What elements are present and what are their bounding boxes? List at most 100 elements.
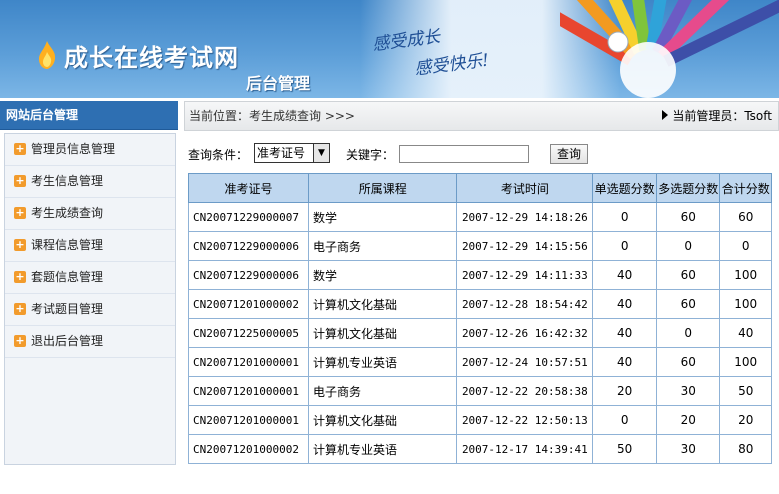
cell-exam-time: 2007-12-29 14:18:26 bbox=[456, 202, 594, 232]
cell-total-score: 40 bbox=[719, 318, 772, 348]
sidebar-item-label: 套题信息管理 bbox=[31, 270, 104, 284]
location-bar: 当前位置：考生成绩查询 >>> 当前管理员：Tsoft bbox=[184, 101, 779, 131]
site-logo: 成长在线考试网 bbox=[36, 38, 256, 72]
condition-select[interactable]: 准考证号 ▼ bbox=[254, 143, 330, 163]
admin-title: 后台管理 bbox=[246, 74, 311, 93]
table-row: CN20071201000002 计算机专业英语 2007-12-17 14:3… bbox=[187, 434, 772, 464]
cell-multi-score: 60 bbox=[655, 202, 721, 232]
plus-icon: + bbox=[14, 270, 26, 283]
cell-multi-score: 30 bbox=[655, 376, 721, 406]
sidebar-item-label: 退出后台管理 bbox=[31, 334, 104, 348]
sidebar-item-label: 考试题目管理 bbox=[31, 302, 104, 316]
cell-exam-id: CN20071229000006 bbox=[187, 260, 310, 290]
condition-select-value: 准考证号 bbox=[257, 146, 306, 160]
table-row: CN20071229000007 数学 2007-12-29 14:18:26 … bbox=[187, 202, 772, 232]
score-table: 准考证号 所属课程 考试时间 单选题分数 多选题分数 合计分数 CN200712… bbox=[187, 173, 772, 464]
cell-single-score: 40 bbox=[592, 289, 657, 319]
cell-multi-score: 0 bbox=[655, 231, 721, 261]
sidebar-nav: + 管理员信息管理 + 考生信息管理 + 考生成绩查询 + 课程信息管理 + 套… bbox=[4, 133, 176, 465]
table-row: CN20071229000006 电子商务 2007-12-29 14:15:5… bbox=[187, 231, 772, 261]
site-header: 成长在线考试网 后台管理 感受成长 感受快乐! bbox=[0, 0, 779, 98]
cell-exam-id: CN20071229000007 bbox=[187, 202, 310, 232]
cell-single-score: 20 bbox=[592, 376, 657, 406]
plus-icon: + bbox=[14, 142, 26, 155]
table-row: CN20071201000001 计算机专业英语 2007-12-24 10:5… bbox=[187, 347, 772, 377]
sidebar-item-student-info[interactable]: + 考生信息管理 bbox=[5, 166, 175, 198]
site-title: 成长在线考试网 bbox=[64, 44, 239, 72]
plus-icon: + bbox=[14, 206, 26, 219]
plus-icon: + bbox=[14, 334, 26, 347]
sidebar-item-exam-questions[interactable]: + 考试题目管理 bbox=[5, 294, 175, 326]
keyword-label: 关键字： bbox=[346, 148, 395, 162]
cell-course: 计算机专业英语 bbox=[308, 347, 458, 377]
keyword-input[interactable] bbox=[399, 145, 529, 163]
cell-single-score: 40 bbox=[592, 318, 657, 348]
cell-exam-time: 2007-12-26 16:42:32 bbox=[456, 318, 594, 348]
column-header: 考试时间 bbox=[456, 173, 594, 203]
breadcrumb: 当前位置：考生成绩查询 >>> bbox=[189, 109, 355, 123]
cell-single-score: 0 bbox=[592, 405, 657, 435]
cell-total-score: 100 bbox=[719, 347, 772, 377]
sidebar-item-course-info[interactable]: + 课程信息管理 bbox=[5, 230, 175, 262]
query-button[interactable]: 查询 bbox=[550, 144, 588, 164]
current-admin: 当前管理员：Tsoft bbox=[662, 102, 772, 130]
cell-exam-time: 2007-12-24 10:57:51 bbox=[456, 347, 594, 377]
cell-exam-id: CN20071201000001 bbox=[187, 376, 310, 406]
cell-single-score: 40 bbox=[592, 347, 657, 377]
cell-total-score: 100 bbox=[719, 260, 772, 290]
sidebar-item-admin-info[interactable]: + 管理员信息管理 bbox=[5, 134, 175, 166]
cell-course: 计算机文化基础 bbox=[308, 405, 458, 435]
pencils-illustration bbox=[560, 0, 779, 98]
column-header: 所属课程 bbox=[308, 173, 458, 203]
cell-multi-score: 30 bbox=[655, 434, 721, 464]
score-table-body: CN20071229000007 数学 2007-12-29 14:18:26 … bbox=[187, 202, 772, 464]
condition-label: 查询条件： bbox=[188, 148, 249, 162]
chevron-down-icon[interactable]: ▼ bbox=[313, 144, 329, 162]
column-header: 准考证号 bbox=[187, 173, 310, 203]
plus-icon: + bbox=[14, 174, 26, 187]
cell-course: 数学 bbox=[308, 202, 458, 232]
cell-course: 电子商务 bbox=[308, 376, 458, 406]
plus-icon: + bbox=[14, 302, 26, 315]
cell-total-score: 100 bbox=[719, 289, 772, 319]
cell-course: 计算机专业英语 bbox=[308, 434, 458, 464]
main-content: 当前位置：考生成绩查询 >>> 当前管理员：Tsoft 查询条件： 准考证号 ▼… bbox=[184, 101, 779, 494]
table-row: CN20071225000005 计算机文化基础 2007-12-26 16:4… bbox=[187, 318, 772, 348]
cell-course: 电子商务 bbox=[308, 231, 458, 261]
cell-single-score: 0 bbox=[592, 231, 657, 261]
cell-exam-id: CN20071229000006 bbox=[187, 231, 310, 261]
cell-single-score: 0 bbox=[592, 202, 657, 232]
table-row: CN20071229000006 数学 2007-12-29 14:11:33 … bbox=[187, 260, 772, 290]
column-header: 单选题分数 bbox=[592, 173, 657, 203]
cell-exam-id: CN20071225000005 bbox=[187, 318, 310, 348]
cell-total-score: 20 bbox=[719, 405, 772, 435]
cell-exam-time: 2007-12-28 18:54:42 bbox=[456, 289, 594, 319]
sidebar-item-score-query[interactable]: + 考生成绩查询 bbox=[5, 198, 175, 230]
cell-total-score: 50 bbox=[719, 376, 772, 406]
plus-icon: + bbox=[14, 238, 26, 251]
column-header: 多选题分数 bbox=[655, 173, 721, 203]
current-admin-label: 当前管理员：Tsoft bbox=[672, 109, 772, 123]
cell-exam-id: CN20071201000001 bbox=[187, 405, 310, 435]
cell-multi-score: 60 bbox=[655, 260, 721, 290]
cell-course: 计算机文化基础 bbox=[308, 289, 458, 319]
sidebar-item-logout[interactable]: + 退出后台管理 bbox=[5, 326, 175, 358]
table-row: CN20071201000002 计算机文化基础 2007-12-28 18:5… bbox=[187, 289, 772, 319]
cell-multi-score: 20 bbox=[655, 405, 721, 435]
cell-exam-time: 2007-12-29 14:15:56 bbox=[456, 231, 594, 261]
sidebar-item-label: 管理员信息管理 bbox=[31, 142, 116, 156]
table-header-row: 准考证号 所属课程 考试时间 单选题分数 多选题分数 合计分数 bbox=[187, 173, 772, 203]
cell-total-score: 60 bbox=[719, 202, 772, 232]
sidebar-title: 网站后台管理 bbox=[0, 101, 178, 130]
cell-exam-time: 2007-12-22 12:50:13 bbox=[456, 405, 594, 435]
cell-exam-time: 2007-12-29 14:11:33 bbox=[456, 260, 594, 290]
sidebar-item-question-set[interactable]: + 套题信息管理 bbox=[5, 262, 175, 294]
table-row: CN20071201000001 电子商务 2007-12-22 20:58:3… bbox=[187, 376, 772, 406]
cell-single-score: 50 bbox=[592, 434, 657, 464]
cell-exam-id: CN20071201000001 bbox=[187, 347, 310, 377]
cell-exam-id: CN20071201000002 bbox=[187, 289, 310, 319]
cell-total-score: 0 bbox=[719, 231, 772, 261]
cell-multi-score: 60 bbox=[655, 289, 721, 319]
sidebar-item-label: 考生成绩查询 bbox=[31, 206, 104, 220]
cell-exam-time: 2007-12-17 14:39:41 bbox=[456, 434, 594, 464]
